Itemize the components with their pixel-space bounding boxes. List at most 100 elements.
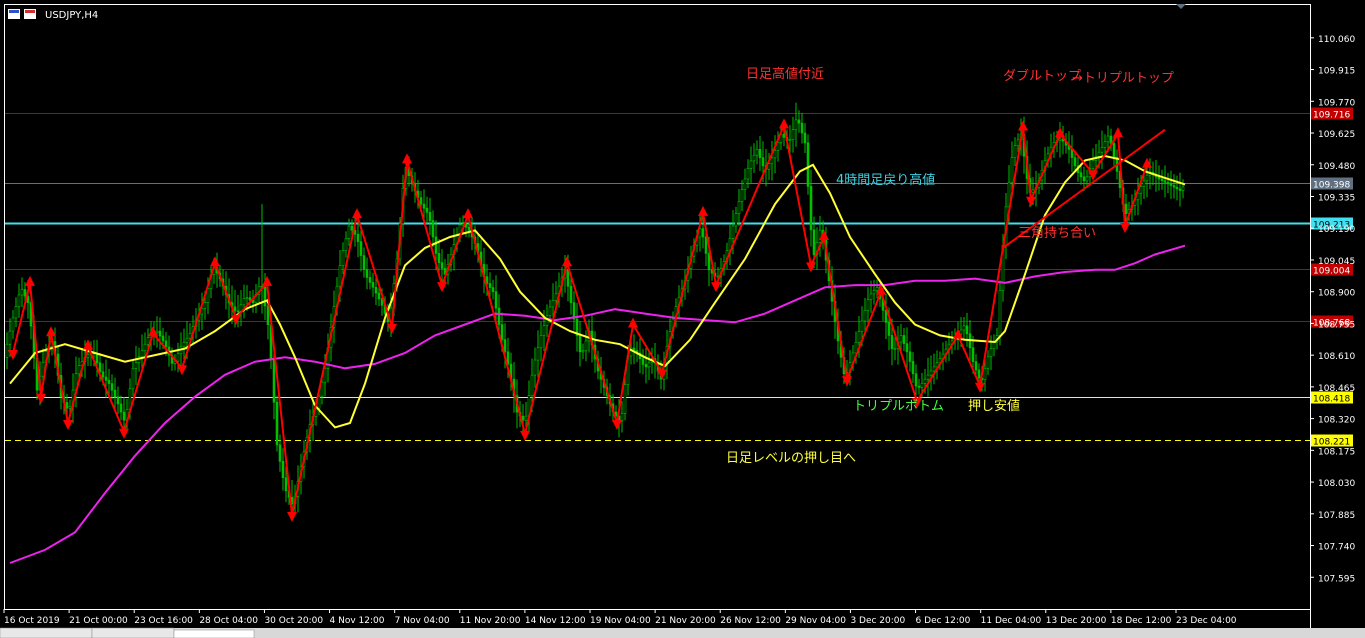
candle-body	[1139, 186, 1143, 194]
candle-body	[425, 207, 429, 213]
candle-body	[965, 325, 969, 335]
candle-body	[1169, 183, 1173, 186]
candle-body	[110, 383, 114, 391]
candle-body	[1097, 151, 1101, 157]
candle-body	[746, 168, 750, 180]
candle-body	[104, 376, 108, 381]
level-price-label-6: 108.221	[1313, 438, 1350, 448]
price-tick-label: 108.175	[1318, 447, 1355, 457]
time-tick-label: 23 Oct 16:00	[134, 616, 193, 626]
candle-body	[95, 353, 99, 364]
candle-body	[1112, 143, 1116, 158]
chart-title: USDJPY,H4	[45, 10, 98, 21]
annotation-triangle: 三角持ち合い	[1018, 226, 1096, 241]
candle-body	[281, 460, 285, 478]
candle-body	[272, 359, 276, 403]
time-tick-label: 11 Nov 20:00	[460, 616, 521, 626]
price-tick-label: 108.610	[1318, 352, 1355, 362]
candle-body	[743, 178, 747, 190]
candle-body	[890, 335, 894, 349]
candle-body	[971, 347, 975, 363]
time-tick-label: 30 Oct 20:00	[264, 616, 323, 626]
candle-body	[1106, 135, 1110, 143]
price-tick-label: 109.770	[1318, 98, 1355, 108]
price-tick-label: 107.595	[1318, 574, 1355, 584]
candle-body	[800, 122, 804, 134]
candle-body	[869, 293, 873, 300]
candle-body	[107, 380, 111, 384]
candle-body	[647, 362, 651, 368]
candle-body	[581, 350, 585, 353]
candle-body	[86, 354, 90, 358]
candle-body	[923, 378, 927, 384]
level-price-label-1: 109.398	[1313, 181, 1350, 191]
candle-body	[758, 149, 762, 158]
annotation-triple-bottom: トリプルボトム	[853, 399, 944, 414]
candle-body	[584, 340, 588, 352]
candle-body	[344, 238, 348, 251]
time-tick-label: 11 Dec 04:00	[981, 616, 1042, 626]
candle-body	[857, 331, 861, 343]
chart-tab-active[interactable]	[173, 629, 255, 638]
candle-body	[434, 236, 438, 254]
candle-body	[143, 343, 147, 352]
candle-body	[131, 367, 135, 390]
candle-body	[347, 225, 351, 239]
time-tick-label: 13 Dec 20:00	[1046, 616, 1107, 626]
candle-body	[545, 315, 549, 326]
chart-tab-2[interactable]	[91, 627, 175, 638]
candle-body	[158, 330, 162, 337]
annotation-double-top: ダブルトップ	[1003, 68, 1081, 84]
candle-body	[440, 262, 444, 269]
candle-body	[701, 228, 705, 238]
candle-body	[275, 401, 279, 446]
candle-body	[983, 367, 987, 381]
time-tick-label: 4 Nov 12:00	[330, 616, 385, 626]
price-tick-label: 107.740	[1318, 543, 1355, 553]
level-price-label-3: 109.004	[1313, 267, 1350, 277]
candle-body	[536, 347, 540, 361]
candle-body	[284, 477, 288, 492]
candle-body	[134, 362, 138, 369]
candle-body	[818, 229, 822, 243]
candle-body	[872, 290, 876, 295]
candle-body	[866, 299, 870, 311]
candle-body	[998, 290, 1002, 336]
candle-body	[806, 142, 810, 187]
time-tick-label: 26 Nov 12:00	[720, 616, 781, 626]
price-tick-label: 109.625	[1318, 130, 1355, 140]
candle-body	[233, 306, 237, 312]
chart-tab-1[interactable]	[0, 627, 93, 638]
candle-body	[911, 361, 915, 375]
candle-body	[962, 325, 966, 331]
candle-body	[875, 287, 879, 291]
candle-body	[494, 291, 498, 309]
price-tick-label: 109.190	[1318, 225, 1355, 235]
candle-body	[524, 415, 528, 421]
candle-body	[77, 365, 81, 375]
candle-body	[551, 300, 555, 308]
price-tick-label: 108.030	[1318, 479, 1355, 489]
candle-body	[731, 225, 735, 239]
candle-body	[248, 297, 252, 301]
candle-body	[155, 330, 159, 334]
candle-body	[341, 250, 345, 266]
time-tick-label: 23 Dec 04:00	[1176, 616, 1237, 626]
annotation-daily-high: 日足高値付近	[746, 66, 824, 82]
time-tick-label: 14 Nov 12:00	[525, 616, 586, 626]
candle-body	[986, 356, 990, 369]
price-tick-label: 109.915	[1318, 67, 1355, 77]
candle-body	[620, 413, 624, 421]
candle-body	[1085, 176, 1089, 182]
candle-body	[530, 374, 534, 396]
candle-body	[437, 253, 441, 263]
price-tick-label: 109.480	[1318, 162, 1355, 172]
candle-body	[365, 269, 369, 278]
candle-body	[1172, 185, 1176, 188]
candle-body	[14, 306, 18, 319]
candle-body	[371, 282, 375, 288]
candle-body	[116, 396, 120, 405]
candle-body	[419, 197, 423, 205]
chart[interactable]: 日足高値付近 ダブルトップ →トリプルトップ 4時間足戻り高値 三角持ち合い ト…	[0, 0, 1365, 638]
candle-body	[503, 339, 507, 353]
